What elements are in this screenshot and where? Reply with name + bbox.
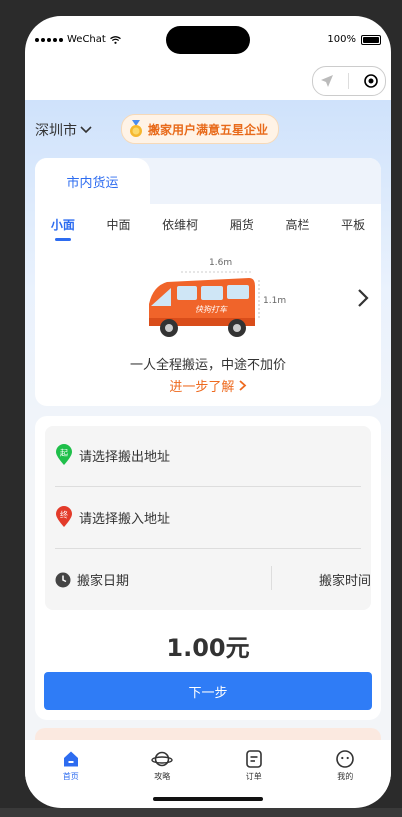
vehicle-type-high-rail[interactable]: 高栏 [285,216,309,239]
order-icon [245,750,262,768]
capsule-divider [348,73,350,89]
home-indicator[interactable] [153,797,263,801]
learn-more-label: 进一步了解 [169,380,235,395]
dropoff-address-field[interactable]: 终 请选择搬入地址 [55,506,361,528]
height-label: 1.1m [263,296,287,306]
pickup-placeholder: 请选择搬出地址 [79,449,171,465]
clock-icon [55,572,71,587]
move-time-label: 搬家时间 [318,574,371,589]
vehicle-type-flatbed[interactable]: 平板 [341,216,365,239]
nav-home[interactable]: 首页 [41,740,101,792]
wifi-icon [109,35,121,44]
nav-orders-label: 订单 [245,772,262,781]
move-date-field[interactable]: 搬家日期 [55,570,255,589]
location-arrow-icon[interactable] [320,74,334,88]
main-content: 深圳市 搬家用户满意五星企业 市内货运 小面 中面 依维柯 厢货 高栏 平板 1… [25,100,391,758]
start-pin-tag: 起 [60,449,68,458]
battery-icon [361,34,381,45]
window-bottom-strip [0,808,402,817]
nav-guide-label: 攻略 [154,772,171,781]
vehicle-description: 一人全程搬运，中途不加价 [129,358,286,373]
divider [55,486,361,487]
next-vehicle-arrow-icon[interactable] [357,288,369,308]
carrier-area: WeChat [35,34,121,45]
city-label: 深圳市 [35,123,77,139]
dynamic-island [166,26,250,54]
nav-profile-label: 我的 [337,772,354,781]
end-pin-tag: 终 [60,510,68,520]
planet-icon [151,751,173,767]
nav-home-label: 首页 [62,772,79,781]
tab-city-freight[interactable]: 市内货运 [35,158,150,204]
rating-badge: 搬家用户满意五星企业 [121,114,280,144]
miniprogram-capsule[interactable] [312,66,386,96]
vehicle-illustration: 1.6m 快狗打车 1.1m [131,256,291,346]
service-tabs: 市内货运 [35,158,381,204]
move-time-field[interactable]: 搬家时间 [319,570,371,589]
learn-more-link[interactable]: 进一步了解 [35,376,381,395]
end-pin-icon: 终 [56,506,72,527]
chevron-down-icon [80,126,92,134]
battery-label: 100% [327,34,356,45]
vehicle-type-box[interactable]: 厢货 [230,216,254,239]
move-date-label: 搬家日期 [77,574,130,589]
start-pin-icon: 起 [56,444,72,465]
nav-profile[interactable]: 我的 [315,740,375,792]
close-target-icon[interactable] [364,74,378,88]
price-display: 1.00元 [166,634,250,662]
signal-icon [35,37,63,42]
home-icon [63,751,78,767]
date-time-divider [271,566,272,590]
dropoff-placeholder: 请选择搬入地址 [79,511,171,527]
vehicle-type-xiaomian[interactable]: 小面 [51,216,75,241]
chevron-right-icon [238,380,246,391]
carrier-label: WeChat [67,34,106,45]
badge-text: 搬家用户满意五星企业 [148,122,269,137]
tab-city-freight-label: 市内货运 [66,175,119,191]
profile-icon [336,750,355,768]
van-logo: 快狗打车 [195,305,227,314]
address-box: 起 请选择搬出地址 终 请选择搬入地址 搬家日期 搬家时间 [45,426,371,610]
phone-frame: WeChat 100% 深圳市 搬家用户满意五星企业 市内货运 小面 中面 依维… [25,16,391,808]
vehicle-type-iveco[interactable]: 依维柯 [162,216,198,239]
medal-icon [130,120,142,137]
next-step-label: 下一步 [188,685,228,701]
status-bar: WeChat 100% [25,16,391,64]
vehicle-type-zhongmian[interactable]: 中面 [106,216,130,239]
nav-guide[interactable]: 攻略 [132,740,192,792]
city-selector[interactable]: 深圳市 [35,120,92,140]
order-form-card: 起 请选择搬出地址 终 请选择搬入地址 搬家日期 搬家时间 1.00元 下一步 [35,416,381,720]
nav-orders[interactable]: 订单 [224,740,284,792]
vehicle-type-tabs: 小面 中面 依维柯 厢货 高栏 平板 [35,216,381,241]
divider [55,548,361,549]
next-step-button[interactable]: 下一步 [44,672,372,710]
bottom-nav: 首页 攻略 订单 我的 [25,740,391,792]
battery-area: 100% [327,34,381,45]
vehicle-card: 市内货运 小面 中面 依维柯 厢货 高栏 平板 1.6m 快狗打车 1.1m 一… [35,158,381,406]
pickup-address-field[interactable]: 起 请选择搬出地址 [55,444,361,466]
